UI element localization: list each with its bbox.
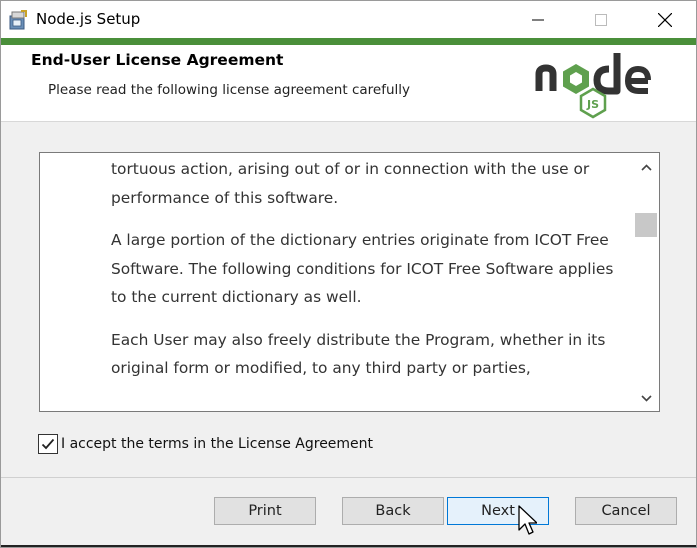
scroll-up-button[interactable] — [633, 155, 659, 179]
license-text-box[interactable]: tortuous action, arising out of or in co… — [39, 152, 660, 412]
footer-divider — [1, 477, 696, 478]
vertical-scrollbar[interactable] — [633, 153, 659, 411]
close-icon — [658, 12, 672, 27]
title-bar[interactable]: Node.js Setup — [1, 1, 696, 38]
chevron-down-icon — [641, 394, 652, 402]
chevron-up-icon — [641, 163, 652, 171]
license-paragraph: Each User may also freely distribute the… — [111, 330, 606, 378]
page-title: End-User License Agreement — [31, 51, 284, 69]
checkmark-icon — [41, 438, 55, 450]
accent-bar — [1, 38, 696, 45]
print-button[interactable]: Print — [214, 497, 316, 525]
license-paragraph: tortuous action, arising out of or in co… — [111, 160, 590, 207]
accept-terms-row[interactable]: I accept the terms in the License Agreem… — [38, 433, 373, 455]
header-banner: End-User License Agreement Please read t… — [1, 45, 696, 122]
cancel-button[interactable]: Cancel — [575, 497, 677, 525]
setup-window: Node.js Setup End-User License Agreement… — [0, 0, 697, 548]
minimize-button[interactable] — [515, 1, 561, 38]
installer-icon — [9, 10, 27, 30]
scroll-thumb[interactable] — [635, 213, 657, 237]
page-subtitle: Please read the following license agreem… — [48, 82, 410, 98]
window-title: Node.js Setup — [36, 10, 141, 28]
nodejs-logo: JS — [535, 53, 651, 119]
back-button[interactable]: Back — [342, 497, 444, 525]
mouse-pointer-icon — [518, 505, 537, 535]
maximize-icon — [595, 13, 607, 26]
accept-terms-label[interactable]: I accept the terms in the License Agreem… — [61, 436, 373, 452]
license-paragraph: A large portion of the dictionary entrie… — [111, 231, 614, 306]
license-text: tortuous action, arising out of or in co… — [111, 155, 631, 397]
accept-terms-checkbox[interactable] — [38, 434, 58, 454]
close-button[interactable] — [642, 1, 688, 38]
minimize-icon — [532, 19, 544, 20]
maximize-button[interactable] — [578, 1, 624, 38]
scroll-down-button[interactable] — [633, 386, 659, 410]
logo-badge-text: JS — [586, 98, 599, 111]
